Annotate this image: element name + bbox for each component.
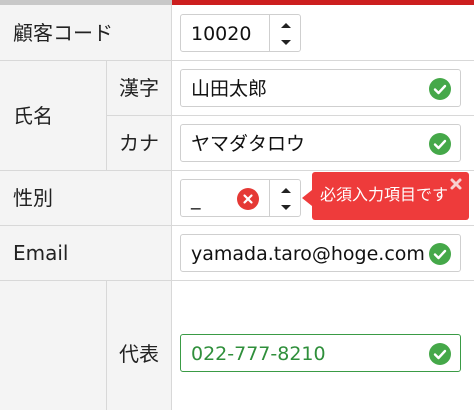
customer-code-stepper[interactable] <box>269 14 301 52</box>
caret-down-icon <box>281 205 291 210</box>
row-divider <box>106 115 474 116</box>
name-label: 氏名 <box>13 104 53 128</box>
gender-value: _ <box>191 188 201 210</box>
kana-name-input[interactable]: ヤマダタロウ <box>180 124 461 162</box>
gender-label: 性別 <box>13 186 53 210</box>
check-circle-icon <box>429 78 451 100</box>
top-bar-red <box>172 0 474 5</box>
caret-up-icon <box>281 23 291 28</box>
gender-input[interactable]: _ <box>180 179 270 217</box>
kanji-label: 漢字 <box>119 76 159 100</box>
phone-input[interactable]: 022-777-8210 <box>180 334 461 372</box>
gender-stepper[interactable] <box>269 179 301 217</box>
stepper-carets-icon <box>281 23 291 45</box>
phone-main-label: 代表 <box>119 342 159 366</box>
customer-code-label: 顧客コード <box>13 21 113 45</box>
x-circle-icon <box>237 188 259 210</box>
customer-code-value: 10020 <box>191 23 252 45</box>
email-label: Email <box>13 241 69 265</box>
validation-message: 必須入力項目です <box>320 185 449 204</box>
caret-down-icon <box>281 40 291 45</box>
email-input[interactable]: yamada.taro@hoge.com <box>180 234 461 272</box>
phone-value: 022-777-8210 <box>191 343 326 365</box>
kanji-name-input[interactable]: 山田太郎 <box>180 69 461 107</box>
email-value: yamada.taro@hoge.com <box>191 243 425 265</box>
phone-sublabel-divider <box>106 280 107 410</box>
check-circle-icon <box>429 343 451 365</box>
kana-name-value: ヤマダタロウ <box>191 133 306 155</box>
kana-label: カナ <box>119 131 159 155</box>
stepper-carets-icon <box>281 188 291 210</box>
close-icon[interactable] <box>449 176 463 190</box>
check-circle-icon <box>429 133 451 155</box>
kanji-name-value: 山田太郎 <box>191 78 268 100</box>
tooltip-arrow <box>302 190 312 206</box>
caret-up-icon <box>281 188 291 193</box>
row-divider <box>0 170 474 171</box>
row-divider <box>0 225 474 226</box>
customer-form: 顧客コード 10020 氏名 漢字 山田太郎 カナ ヤマダタロウ 性別 _ 必須… <box>0 0 474 410</box>
row-divider <box>0 280 474 281</box>
customer-code-input[interactable]: 10020 <box>180 14 270 52</box>
validation-tooltip: 必須入力項目です <box>312 172 469 220</box>
check-circle-icon <box>429 243 451 265</box>
row-divider <box>0 60 474 61</box>
